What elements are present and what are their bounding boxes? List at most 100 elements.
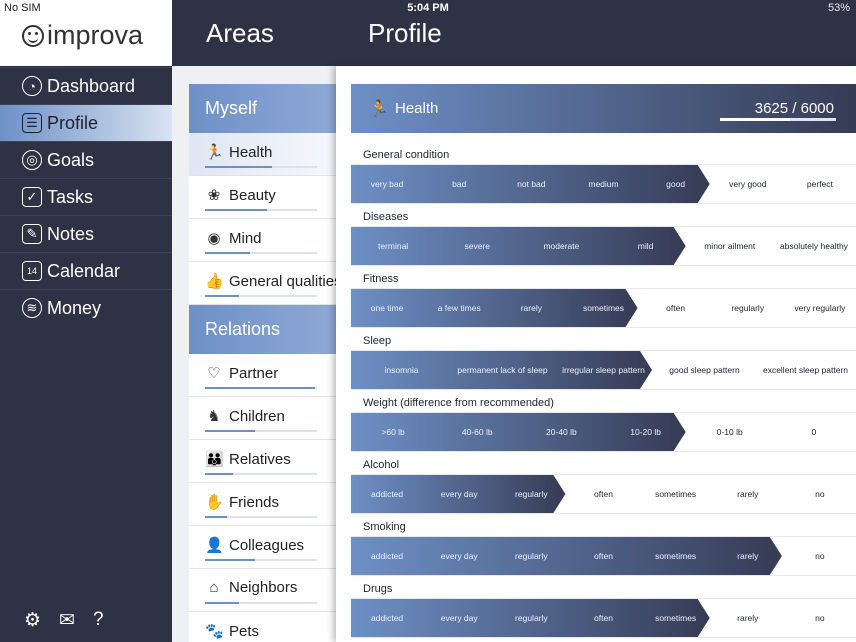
area-item-mind[interactable]: ◉ Mind — [189, 219, 336, 262]
rating-scale[interactable]: one time a few times rarely sometimes often r… — [351, 288, 856, 328]
rating-option[interactable]: often — [567, 599, 639, 637]
rating-option[interactable]: irregular sleep pattern — [553, 351, 654, 389]
area-item-friends[interactable]: ✋ Friends — [189, 483, 336, 526]
profile-panel: 🏃 Health 3625 / 6000 General condition ve… — [336, 66, 856, 642]
rating-option[interactable]: absolutely healthy — [772, 227, 856, 265]
rating-option[interactable]: very regularly — [784, 289, 856, 327]
rating-scale[interactable]: addicted every day regularly often sometimes… — [351, 474, 856, 514]
area-progress-fill — [205, 209, 267, 211]
rating-option[interactable]: often — [640, 289, 712, 327]
rating-option[interactable]: rarely — [712, 537, 784, 575]
rating-option[interactable]: rarely — [495, 289, 567, 327]
rating-option[interactable]: a few times — [423, 289, 495, 327]
nav-item-profile[interactable]: ☰ Profile — [0, 104, 172, 141]
rating-scale[interactable]: very bad bad not bad medium good very good per… — [351, 164, 856, 204]
metric-smoking: Smoking addicted every day regularly often so… — [351, 518, 856, 580]
rating-option[interactable]: regularly — [712, 289, 784, 327]
rating-option[interactable]: no — [784, 599, 856, 637]
rating-option[interactable]: very bad — [351, 165, 423, 203]
area-item-children[interactable]: ♞ Children — [189, 397, 336, 440]
money-icon: ≋ — [22, 298, 42, 318]
rating-option[interactable]: every day — [423, 599, 495, 637]
nav-item-dashboard[interactable]: ◔ Dashboard — [0, 67, 172, 104]
rating-option[interactable]: sometimes — [640, 537, 712, 575]
rating-scale[interactable]: terminal severe moderate mild minor ailment a… — [351, 226, 856, 266]
area-item-relatives[interactable]: 👪 Relatives — [189, 440, 336, 483]
rating-option[interactable]: >60 lb — [351, 413, 435, 451]
rating-option[interactable]: minor ailment — [688, 227, 772, 265]
rating-scale[interactable]: addicted every day regularly often sometimes… — [351, 536, 856, 576]
rating-option[interactable]: regularly — [495, 537, 567, 575]
rating-option[interactable]: sometimes — [567, 289, 639, 327]
rating-option[interactable]: addicted — [351, 475, 423, 513]
rating-option[interactable]: good sleep pattern — [654, 351, 755, 389]
rating-option[interactable]: terminal — [351, 227, 435, 265]
rating-option[interactable]: often — [567, 475, 639, 513]
rating-option[interactable]: rarely — [712, 599, 784, 637]
profile-title: Profile — [368, 18, 442, 48]
rating-option[interactable]: sometimes — [640, 475, 712, 513]
nav-item-goals[interactable]: ◎ Goals — [0, 141, 172, 178]
area-item-health[interactable]: 🏃 Health — [189, 133, 336, 176]
nav-item-label: Money — [47, 297, 102, 318]
rating-scale[interactable]: addicted every day regularly often sometimes… — [351, 598, 856, 638]
area-item-label: Friends — [229, 494, 280, 511]
rating-option[interactable]: very good — [712, 165, 784, 203]
area-item-partner[interactable]: ♡ Partner — [189, 354, 336, 397]
rating-option[interactable]: every day — [423, 475, 495, 513]
rating-option[interactable]: every day — [423, 537, 495, 575]
rating-option[interactable]: rarely — [712, 475, 784, 513]
nav-item-money[interactable]: ≋ Money — [0, 289, 172, 326]
clock: 5:04 PM — [407, 2, 449, 14]
rating-option[interactable]: permanent lack of sleep — [452, 351, 553, 389]
nav-item-calendar[interactable]: 14 Calendar — [0, 252, 172, 289]
rating-option[interactable]: excellent sleep pattern — [755, 351, 856, 389]
rating-option[interactable]: good — [640, 165, 712, 203]
area-item-label: Mind — [229, 230, 262, 247]
rating-option[interactable]: perfect — [784, 165, 856, 203]
rating-scale[interactable]: insomnia permanent lack of sleep irregular… — [351, 350, 856, 390]
area-progress-bar — [205, 602, 317, 604]
rating-option[interactable]: mild — [604, 227, 688, 265]
rating-option[interactable]: medium — [567, 165, 639, 203]
area-item-general-qualities[interactable]: 👍 General qualities — [189, 262, 336, 305]
rating-option[interactable]: no — [784, 475, 856, 513]
rating-option[interactable]: one time — [351, 289, 423, 327]
metric-label: Weight (difference from recommended) — [363, 397, 554, 409]
help-icon[interactable]: ? — [93, 609, 104, 632]
nav-item-notes[interactable]: ✎ Notes — [0, 215, 172, 252]
metric-alcohol: Alcohol addicted every day regularly often so… — [351, 456, 856, 518]
rating-option[interactable]: addicted — [351, 599, 423, 637]
area-item-label: Children — [229, 408, 285, 425]
rating-option[interactable]: 20-40 lb — [519, 413, 603, 451]
butterfly-icon: ❀ — [207, 187, 221, 204]
rating-option[interactable]: not bad — [495, 165, 567, 203]
rating-option[interactable]: 40-60 lb — [435, 413, 519, 451]
mail-icon[interactable]: ✉ — [59, 609, 75, 632]
rating-option[interactable]: 10-20 lb — [604, 413, 688, 451]
settings-icon[interactable]: ⚙ — [24, 609, 41, 632]
rating-option[interactable]: severe — [435, 227, 519, 265]
rating-option[interactable]: regularly — [495, 475, 567, 513]
rating-option[interactable]: addicted — [351, 537, 423, 575]
rating-scale[interactable]: >60 lb 40-60 lb 20-40 lb 10-20 lb 0-10 lb 0 — [351, 412, 856, 452]
rating-option[interactable]: sometimes — [640, 599, 712, 637]
area-item-label: Relatives — [229, 451, 291, 468]
rating-option[interactable]: often — [567, 537, 639, 575]
rating-option[interactable]: bad — [423, 165, 495, 203]
dashboard-icon: ◔ — [22, 76, 42, 96]
nav-item-label: Dashboard — [47, 75, 136, 96]
area-item-beauty[interactable]: ❀ Beauty — [189, 176, 336, 219]
area-item-neighbors[interactable]: ⌂ Neighbors — [189, 569, 336, 612]
health-score-bar — [720, 118, 836, 121]
rating-option[interactable]: insomnia — [351, 351, 452, 389]
area-item-label: Partner — [229, 365, 279, 382]
rating-option[interactable]: 0-10 lb — [688, 413, 772, 451]
rating-option[interactable]: 0 — [772, 413, 856, 451]
rating-option[interactable]: moderate — [519, 227, 603, 265]
nav-item-tasks[interactable]: ✓ Tasks — [0, 178, 172, 215]
rating-option[interactable]: no — [784, 537, 856, 575]
rating-option[interactable]: regularly — [495, 599, 567, 637]
area-item-colleagues[interactable]: 👤 Colleagues — [189, 526, 336, 569]
area-item-pets[interactable]: 🐾 Pets — [189, 612, 336, 642]
